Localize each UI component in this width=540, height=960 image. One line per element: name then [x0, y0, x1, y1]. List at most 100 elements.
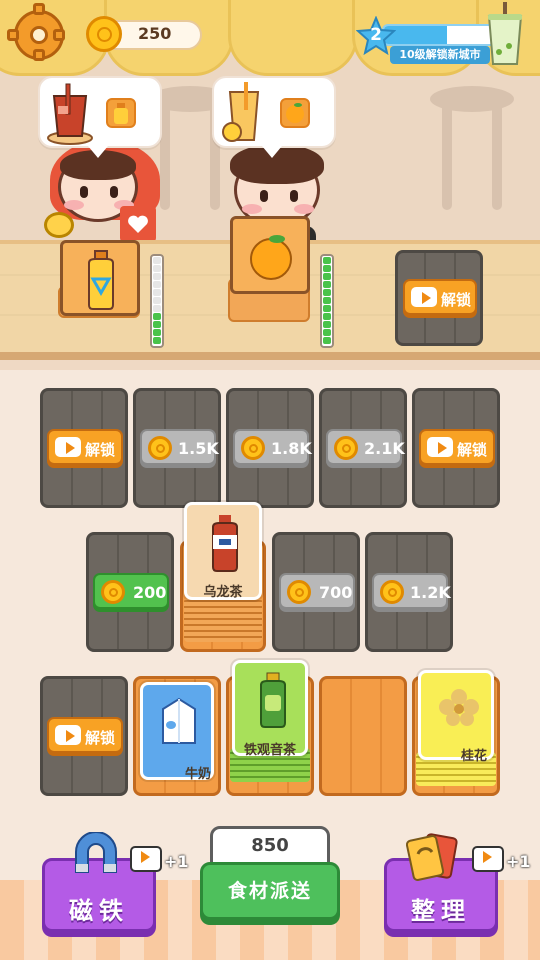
gear-tooth	[33, 3, 45, 15]
magnet-icon	[75, 832, 117, 873]
meter-segment	[323, 281, 331, 288]
price-label: 200	[133, 583, 167, 602]
eye	[290, 190, 298, 202]
order-bubble-2[interactable]	[212, 76, 336, 148]
meter-segment	[323, 321, 331, 328]
unlock-label: 解锁	[441, 291, 472, 309]
meter-segment	[153, 289, 161, 296]
level-number: 2	[370, 25, 382, 45]
card-stack-edges	[184, 598, 262, 642]
tile-r1c4-locked[interactable]: 2.1K	[319, 388, 407, 508]
coin-icon	[287, 580, 311, 604]
price-button[interactable]: 700	[279, 573, 355, 609]
price-button[interactable]: 1.8K	[233, 429, 312, 465]
tile-r2c4-locked[interactable]: 1.2K	[365, 532, 453, 652]
bell-icon	[44, 212, 74, 238]
tile-r1c1-locked[interactable]: 解锁	[40, 388, 128, 508]
price-button[interactable]: 1.5K	[140, 429, 219, 465]
counter-slot-2[interactable]	[230, 216, 310, 294]
heart-badge	[120, 206, 156, 242]
price-label: 1.8K	[271, 439, 312, 458]
card-label: 桂花	[460, 749, 487, 764]
tile-r1c5-locked[interactable]: 解锁	[412, 388, 500, 508]
magnet-label: 磁铁	[69, 897, 129, 925]
card-oolong-tea[interactable]: 乌龙茶	[184, 502, 262, 600]
eye	[110, 186, 118, 198]
meter-segment	[153, 281, 161, 288]
price-label: 1.2K	[410, 583, 451, 602]
card-milk[interactable]: 牛奶	[140, 682, 214, 782]
settings-gear-icon[interactable]	[7, 3, 65, 61]
meter-segment	[153, 313, 161, 320]
tile-r1c2-locked[interactable]: 1.5K	[133, 388, 221, 508]
unlock-button[interactable]: 解锁	[403, 279, 477, 315]
dispatch-price: 850	[210, 826, 330, 866]
unlock-button[interactable]: 解锁	[47, 429, 123, 465]
orange-icon	[286, 103, 304, 123]
stool-leg	[492, 100, 502, 210]
unlock-button[interactable]: 解锁	[47, 717, 123, 753]
orange-juice-icon	[222, 82, 260, 142]
meter-segment	[323, 329, 331, 336]
magnet-bonus: +1	[164, 852, 189, 871]
video-ad-icon	[411, 287, 437, 307]
counter-slot-3-locked[interactable]: 解锁	[395, 250, 483, 346]
bubble-tail	[262, 146, 282, 158]
oolong-bottle-icon	[212, 515, 238, 572]
level-progress-bar	[382, 24, 500, 46]
meter-segment	[153, 321, 161, 328]
level-subtitle: 10级解锁新城市	[390, 46, 490, 64]
unlock-button[interactable]: 解锁	[419, 429, 495, 465]
bubble-tea-cup-icon[interactable]	[485, 2, 525, 66]
gear-center	[30, 26, 48, 44]
card-tieguanyin-tea[interactable]: 铁观音茶	[232, 660, 308, 758]
plank	[350, 679, 352, 793]
meter-segment	[153, 297, 161, 304]
order-bubble-1[interactable]	[38, 76, 162, 148]
card-osmanthus[interactable]: 桂花	[418, 670, 494, 764]
plank	[380, 679, 382, 793]
tile-r2c3-locked[interactable]: 700	[272, 532, 360, 652]
stool-leg	[442, 100, 452, 210]
milk-carton-icon	[162, 697, 196, 744]
awning	[228, 0, 358, 76]
meter-segment	[323, 289, 331, 296]
meter-segment	[323, 257, 331, 264]
osmanthus-flower-icon	[439, 689, 479, 726]
bottle-icon	[114, 103, 128, 124]
eye	[80, 186, 88, 198]
price-button-affordable[interactable]: 200	[93, 573, 169, 609]
tile-r1c3-locked[interactable]: 1.8K	[226, 388, 314, 508]
tile-r2c1-locked[interactable]: 200	[86, 532, 174, 652]
price-button[interactable]: 2.1K	[326, 429, 405, 465]
card-label: 牛奶	[184, 767, 211, 782]
blush	[64, 200, 84, 210]
meter-segment	[153, 265, 161, 272]
blush	[242, 204, 262, 214]
meter-segment	[153, 273, 161, 280]
tile-r3c1-locked[interactable]: 解锁	[40, 676, 128, 796]
price-label: 2.1K	[364, 439, 405, 458]
coin-icon	[380, 580, 404, 604]
price-label: 700	[319, 583, 353, 602]
meter-segment	[323, 313, 331, 320]
meter-segment	[323, 305, 331, 312]
price-label: 1.5K	[178, 439, 219, 458]
coin-icon	[86, 16, 122, 52]
bottle-tea-icon	[88, 250, 114, 310]
unlock-label: 解锁	[85, 729, 116, 747]
blush	[294, 204, 314, 214]
coin-value: 250	[138, 24, 172, 43]
tile-r3c4-empty[interactable]	[319, 676, 407, 796]
coin-icon	[334, 436, 358, 460]
coin-icon	[148, 436, 172, 460]
shuffle-cards-icon	[405, 833, 458, 881]
meter-segment	[323, 265, 331, 272]
price-button[interactable]: 1.2K	[372, 573, 451, 609]
dispatch-button[interactable]: 食材派送	[200, 862, 340, 920]
meter-segment	[153, 329, 161, 336]
counter-slot-1[interactable]	[60, 240, 140, 316]
gear-tooth	[7, 29, 19, 41]
meter-segment	[323, 337, 331, 344]
video-ad-icon	[427, 437, 453, 457]
